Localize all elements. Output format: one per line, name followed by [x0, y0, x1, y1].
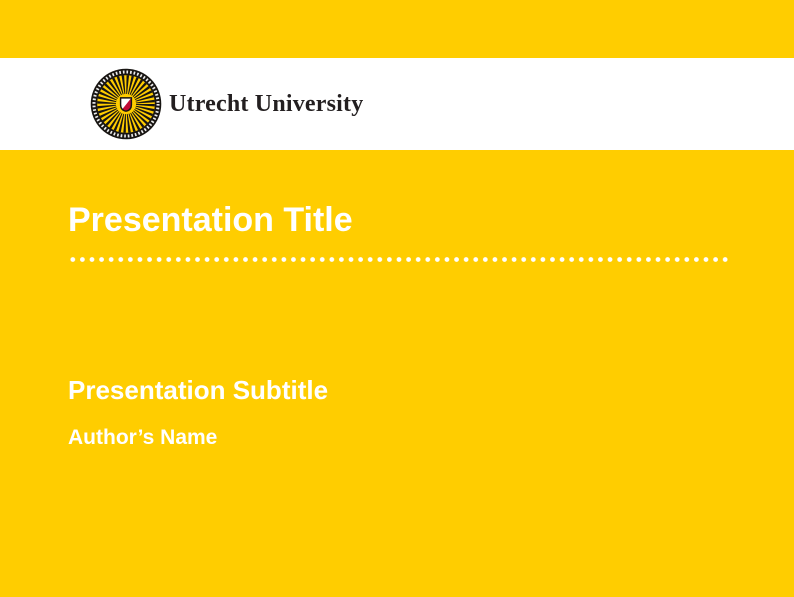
presentation-subtitle: Presentation Subtitle	[68, 376, 328, 406]
dotted-divider	[68, 256, 730, 263]
presentation-title: Presentation Title	[68, 202, 353, 239]
header-band: Utrecht University	[0, 58, 794, 150]
top-yellow-band	[0, 0, 794, 58]
utrecht-university-sun-logo-icon	[90, 68, 162, 140]
title-slide: Utrecht University Presentation Title Pr…	[0, 0, 794, 597]
author-name: Author’s Name	[68, 426, 217, 450]
university-wordmark: Utrecht University	[169, 91, 363, 118]
